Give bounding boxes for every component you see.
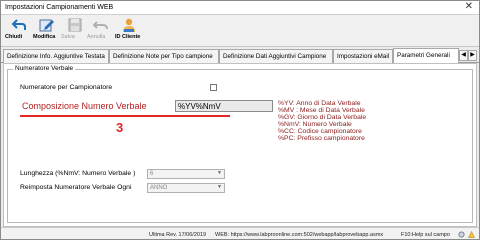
legend-line: %GV: Giorno di Data Verbale bbox=[278, 114, 367, 121]
chevron-down-icon: ▼ bbox=[217, 184, 222, 190]
legend-line: %PC: Prefisso campionatore bbox=[278, 135, 365, 142]
chevron-down-icon: ▼ bbox=[217, 170, 222, 176]
chiudi-label: Chiudi bbox=[5, 34, 23, 40]
salva-label: Salva bbox=[61, 34, 75, 40]
tab-scroll-left-icon[interactable]: ◀ bbox=[459, 50, 468, 61]
last-revision-text: Ultima Rev. 17/06/2019 bbox=[149, 232, 207, 238]
modifica-label: Modifica bbox=[33, 34, 56, 40]
tab-note-tipo-campione[interactable]: Definizione Note per Tipo campione bbox=[109, 49, 219, 63]
group-title: Numeratore Verbale bbox=[13, 65, 76, 72]
window-title: Impostazioni Campionamenti WEB bbox=[5, 4, 114, 11]
id-cliente-label: ID Cliente bbox=[115, 34, 141, 40]
composizione-input[interactable]: %YV%NmV bbox=[175, 100, 273, 112]
parametri-generali-panel: Numeratore Verbale Numeratore per Campio… bbox=[3, 63, 477, 227]
close-icon[interactable]: ✕ bbox=[465, 1, 473, 12]
reimposta-select[interactable]: ANNO ▼ bbox=[147, 183, 225, 193]
settings-icon[interactable] bbox=[458, 231, 465, 238]
toolbar: Chiudi Modifica Salva Annulla ID Cliente bbox=[1, 15, 479, 47]
legend-line: %MV : Mese di Data Verbale bbox=[278, 107, 365, 114]
modifica-button[interactable]: Modifica bbox=[33, 17, 61, 45]
tab-strip: Definizione Info. Aggiuntive Testata Def… bbox=[1, 47, 479, 64]
lunghezza-value: 6 bbox=[150, 171, 154, 177]
per-campionatore-label: Numeratore per Campionatore bbox=[20, 84, 113, 91]
tab-dati-aggiuntivi[interactable]: Definizione Dati Aggiuntivi Campione bbox=[219, 49, 333, 63]
annotation-underline bbox=[20, 115, 230, 117]
undo-icon bbox=[93, 21, 108, 30]
back-arrow-icon bbox=[11, 19, 26, 30]
web-service-url: WEB: https://www.labproonline.com:502/we… bbox=[215, 232, 384, 238]
user-icon bbox=[123, 18, 135, 32]
warning-icon[interactable] bbox=[468, 231, 475, 238]
settings-window: Impostazioni Campionamenti WEB ✕ Chiudi … bbox=[0, 0, 480, 240]
composizione-label: Composizione Numero Verbale bbox=[22, 101, 147, 111]
tab-impostazioni-email[interactable]: Impostazioni eMail bbox=[333, 49, 393, 63]
legend-line: %CC: Codice campionatore bbox=[278, 128, 362, 135]
legend-line: %YV: Anno di Data Verbale bbox=[278, 100, 361, 107]
tab-scroll-right-icon[interactable]: ▶ bbox=[468, 50, 477, 61]
chiudi-button[interactable]: Chiudi bbox=[5, 17, 33, 45]
annulla-label: Annulla bbox=[87, 34, 106, 40]
tab-parametri-generali[interactable]: Parametri Generali bbox=[393, 48, 459, 64]
help-hint-text: F10:Help sul campo bbox=[401, 232, 450, 238]
legend-line: %NmV: Numero Verbale bbox=[278, 121, 352, 128]
save-icon bbox=[68, 18, 82, 32]
annulla-button[interactable]: Annulla bbox=[87, 17, 115, 45]
reimposta-label: Reimposta Numeratore Verbale Ogni bbox=[20, 184, 132, 191]
status-bar: Ultima Rev. 17/06/2019 WEB: https://www.… bbox=[1, 227, 479, 239]
edit-icon bbox=[39, 19, 54, 32]
annotation-number: 3 bbox=[116, 120, 124, 135]
lunghezza-label: Lunghezza (%NmV: Numero Verbale ) bbox=[20, 170, 136, 177]
per-campionatore-checkbox[interactable] bbox=[210, 84, 217, 91]
lunghezza-select[interactable]: 6 ▼ bbox=[147, 169, 225, 179]
reimposta-value: ANNO bbox=[150, 185, 168, 191]
numeratore-verbale-group: Numeratore Verbale Numeratore per Campio… bbox=[7, 65, 473, 223]
title-bar: Impostazioni Campionamenti WEB ✕ bbox=[1, 1, 479, 15]
id-cliente-button[interactable]: ID Cliente bbox=[115, 17, 143, 45]
salva-button[interactable]: Salva bbox=[61, 17, 89, 45]
tab-info-aggiuntive[interactable]: Definizione Info. Aggiuntive Testata bbox=[3, 49, 109, 63]
